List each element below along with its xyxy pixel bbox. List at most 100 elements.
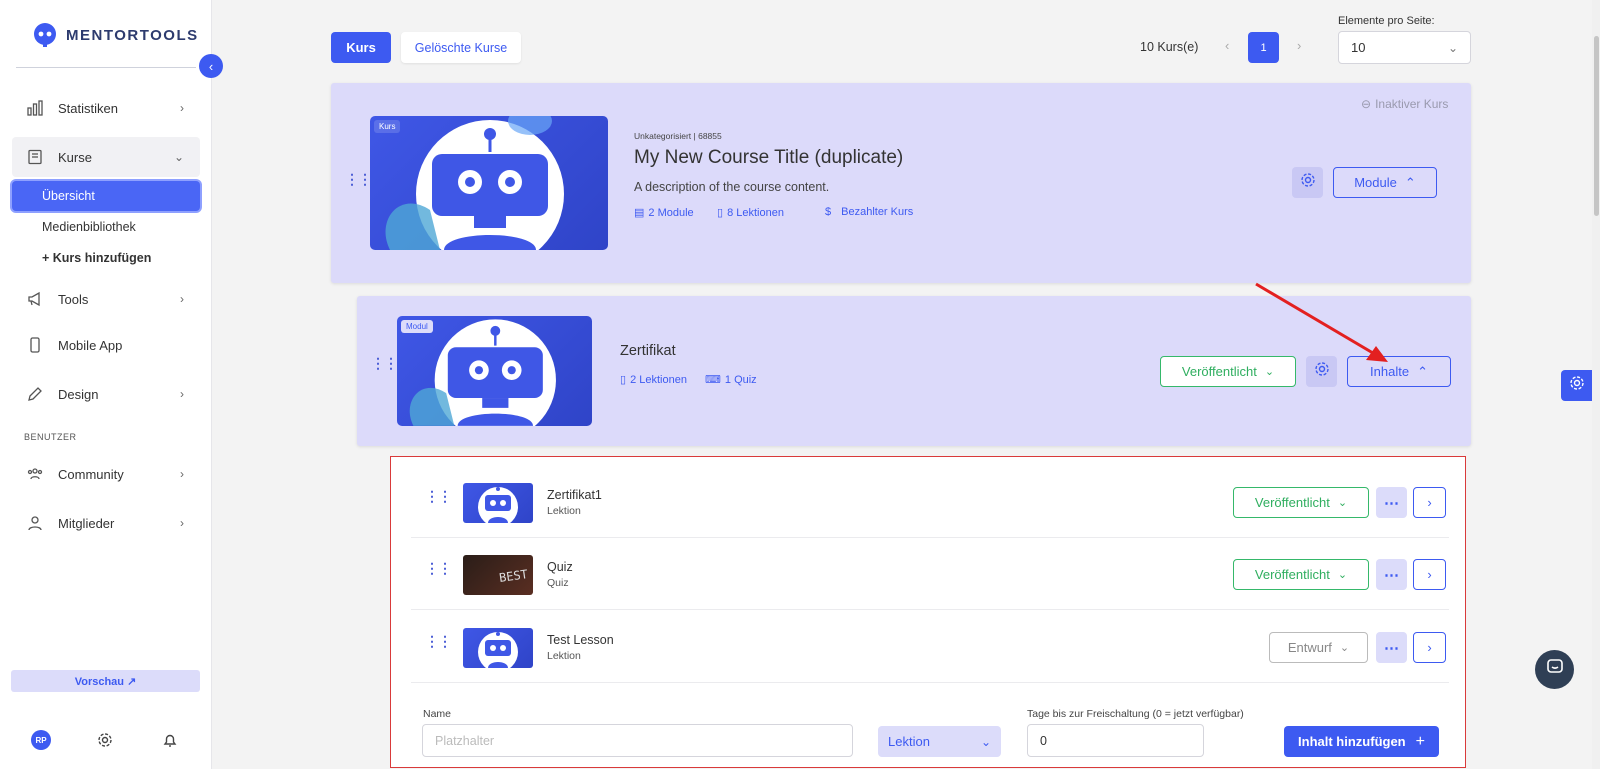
more-dots-icon: ⋯ [1384,639,1399,657]
lesson-more-button[interactable]: ⋯ [1376,487,1407,518]
next-page-icon[interactable]: › [1297,38,1301,53]
megaphone-icon [26,290,44,308]
plus-icon: + [1415,732,1425,750]
chevron-up-icon: ⌃ [1417,363,1428,379]
sidebar-item-mitglieder[interactable]: Mitglieder › [12,503,200,543]
module-icon: ▤ [634,207,645,219]
settings-gear-icon[interactable] [97,732,113,753]
bar-chart-icon [26,99,44,117]
sidebar-item-kurse[interactable]: Kurse ⌄ [12,137,200,177]
drag-handle-icon[interactable]: ⋮⋮ [371,356,398,370]
sidebar-subitem-medienbibliothek[interactable]: Medienbibliothek [12,212,200,242]
mobile-phone-icon [26,336,44,354]
thumbnail-tag: Modul [401,320,433,333]
users-group-icon [26,465,44,483]
sidebar-subitem-label: Medienbibliothek [42,220,136,234]
thumbnail-tag: Kurs [374,120,401,133]
lesson-status-dropdown[interactable]: Entwurf ⌄ [1269,632,1368,663]
tab-geloeschte-kurse[interactable]: Gelöschte Kurse [401,32,521,63]
sidebar-item-design[interactable]: Design › [12,374,200,414]
lesson-open-button[interactable]: › [1413,632,1446,663]
sidebar-item-label: Mitglieder [58,515,115,531]
logo-text: MENTORTOOLS [66,26,199,44]
scrollbar-thumb[interactable] [1594,36,1599,216]
avatar[interactable]: RP [31,730,51,750]
sidebar-item-community[interactable]: Community › [12,454,200,494]
per-page-value: 10 [1351,40,1366,55]
sidebar-subitem-uebersicht[interactable]: Übersicht [12,181,200,211]
module-quiz-count: ⌨ 1 Quiz [705,373,757,387]
annotation-arrow [1255,282,1388,362]
drag-handle-icon[interactable]: ⋮⋮ [425,489,452,503]
mentortools-logo-icon [34,23,56,47]
sidebar-item-label: Tools [58,291,89,307]
thumbnail-text: BEST [498,567,529,585]
course-count: 10 Kurs(e) [1140,40,1199,54]
document-icon: ▯ [717,207,724,219]
lesson-title[interactable]: Zertifikat1 [547,488,602,502]
tab-kurs[interactable]: Kurs [331,32,391,63]
sidebar-subitem-label: Übersicht [42,189,95,203]
gear-icon [1569,375,1585,396]
chevron-right-icon: › [180,516,184,530]
sidebar-subitem-kurs-hinzufuegen[interactable]: + Kurs hinzufügen [12,243,200,273]
chevron-down-icon: ⌄ [173,150,184,164]
lesson-type: Quiz [547,577,569,589]
chevron-down-icon: ⌄ [1337,497,1348,509]
name-input[interactable]: Platzhalter [422,724,853,757]
drag-handle-icon[interactable]: ⋮⋮ [425,634,452,648]
chevron-down-icon: ⌄ [1339,642,1350,654]
lesson-thumbnail [463,483,533,523]
collapse-sidebar-button[interactable]: ‹ [199,54,223,78]
page-number-button[interactable]: 1 [1248,32,1279,63]
unlock-days-input[interactable]: 0 [1027,724,1204,757]
bell-icon[interactable] [162,732,178,753]
lesson-more-button[interactable]: ⋯ [1376,632,1407,663]
lesson-more-button[interactable]: ⋯ [1376,559,1407,590]
more-dots-icon: ⋯ [1384,494,1399,512]
lesson-open-button[interactable]: › [1413,559,1446,590]
button-label: Entwurf [1287,640,1332,655]
name-label: Name [423,708,452,720]
divider [411,609,1449,610]
chat-launcher-button[interactable] [1535,650,1574,689]
robot-illustration-icon [478,487,518,523]
button-label: Module [1354,175,1397,190]
drag-handle-icon[interactable]: ⋮⋮ [425,561,452,575]
button-label: Inhalt hinzufügen [1298,734,1406,749]
module-title[interactable]: Zertifikat [620,343,676,359]
button-label: Veröffentlicht [1254,567,1330,582]
sidebar-item-statistiken[interactable]: Statistiken › [12,88,200,128]
floating-settings-button[interactable] [1561,370,1593,401]
course-card: ⋮⋮ Kurs Unkategorisiert | 68855 My New C… [331,83,1471,283]
sidebar-item-label: Community [58,466,124,482]
course-status: ⊖ Inaktiver Kurs [1361,97,1448,111]
modules-toggle-button[interactable]: Module ⌃ [1333,167,1437,198]
sidebar-item-tools[interactable]: Tools › [12,279,200,319]
course-meta: Unkategorisiert | 68855 [634,131,722,141]
lesson-title[interactable]: Quiz [547,560,573,574]
lesson-status-dropdown[interactable]: Veröffentlicht ⌄ [1233,559,1369,590]
per-page-select[interactable]: 10 ⌄ [1338,31,1471,64]
lesson-open-button[interactable]: › [1413,487,1446,518]
drag-handle-icon[interactable]: ⋮⋮ [345,172,372,186]
dollar-icon: $ [825,206,832,218]
prev-page-icon[interactable]: ‹ [1225,38,1229,53]
course-settings-button[interactable] [1292,167,1323,198]
course-description: A description of the course content. [634,180,830,194]
sidebar-item-mobile-app[interactable]: Mobile App [12,325,200,365]
chevron-right-icon: › [1427,495,1432,510]
status-label: Inaktiver Kurs [1375,97,1449,111]
chevron-up-icon: ⌃ [1404,174,1416,190]
stat-label: 2 Module [648,206,694,219]
robot-illustration-icon [478,632,518,668]
logo[interactable]: MENTORTOOLS [32,22,199,48]
lesson-thumbnail: BEST [463,555,533,595]
content-type-select[interactable]: Lektion ⌄ [878,726,1001,757]
lesson-title[interactable]: Test Lesson [547,633,614,647]
add-content-button[interactable]: Inhalt hinzufügen + [1284,726,1439,757]
preview-button[interactable]: Vorschau ↗ [11,670,200,692]
sidebar-subitem-label: + Kurs hinzufügen [42,251,152,265]
lesson-status-dropdown[interactable]: Veröffentlicht ⌄ [1233,487,1369,518]
course-title[interactable]: My New Course Title (duplicate) [634,147,903,169]
